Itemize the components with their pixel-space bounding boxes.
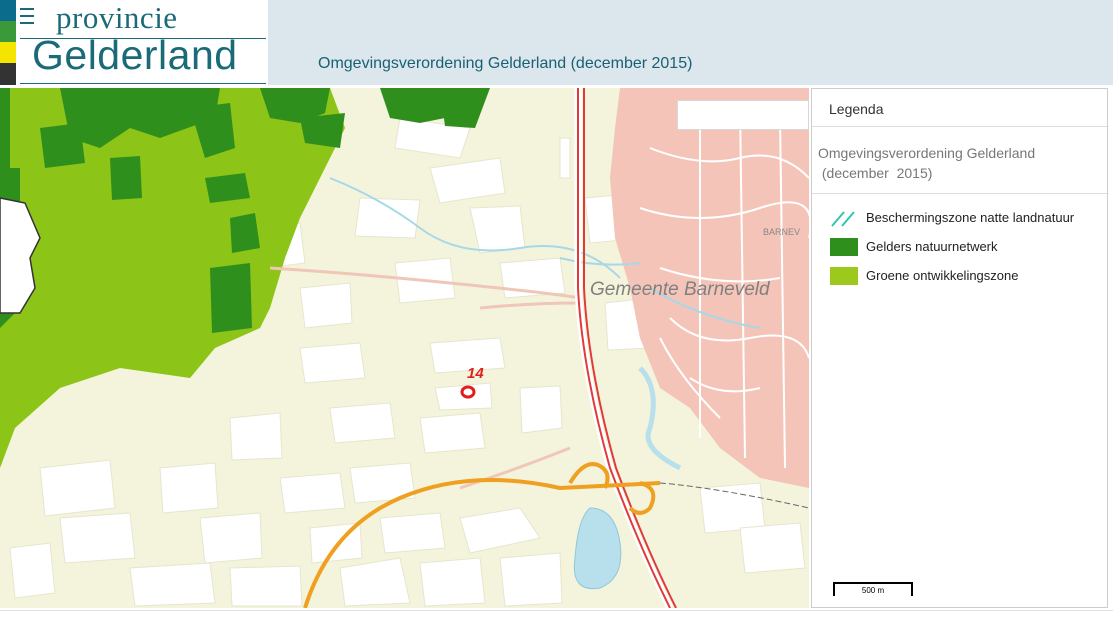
- footer-divider: [0, 610, 1113, 611]
- header: provincie Gelderland Omgevingsverordenin…: [0, 0, 1113, 85]
- map-canvas[interactable]: Gemeente Barneveld BARNEV 14: [0, 88, 809, 608]
- menu-icon: [20, 8, 36, 28]
- legend-item-label: Gelders natuurnetwerk: [866, 239, 998, 254]
- dark-green-swatch-icon: [830, 238, 858, 256]
- legend-subtitle-line1: Omgevingsverordening Gelderland: [818, 145, 1036, 161]
- map-viewport[interactable]: Gemeente Barneveld BARNEV 14: [0, 88, 809, 608]
- logo-stripe-green: [0, 21, 16, 42]
- place-label-town: BARNEV: [763, 227, 800, 237]
- logo-stripe-dark: [0, 63, 16, 85]
- hatched-lines-icon: [831, 211, 855, 227]
- scale-label: 500 m: [861, 586, 885, 595]
- light-green-swatch-icon: [830, 267, 858, 285]
- logo-stripe-blue: [0, 0, 16, 21]
- legend-subtitle: Omgevingsverordening Gelderland (decembe…: [818, 143, 1078, 183]
- scale-bar: 500 m: [833, 582, 913, 596]
- app-title: Omgevingsverordening Gelderland (decembe…: [318, 55, 693, 72]
- brand-name-line1: provincie: [56, 0, 178, 35]
- legend-divider: [812, 126, 1107, 127]
- brand-name-line2: Gelderland: [32, 32, 238, 78]
- legend-title: Legenda: [829, 101, 884, 117]
- legend-divider: [812, 193, 1107, 194]
- logo-stripe-yellow: [0, 42, 16, 63]
- province-logo[interactable]: provincie Gelderland: [0, 0, 268, 85]
- legend-panel: Legenda Omgevingsverordening Gelderland …: [811, 88, 1108, 608]
- map-search-box[interactable]: [677, 100, 809, 130]
- legend-item-label: Groene ontwikkelingszone: [866, 268, 1019, 283]
- place-label-barneveld: Gemeente Barneveld: [590, 279, 771, 300]
- legend-subtitle-line2: (december 2015): [818, 165, 933, 181]
- legend-item-label: Beschermingszone natte landnatuur: [866, 210, 1075, 225]
- brand-underline: [20, 83, 266, 84]
- marker-label: 14: [467, 365, 484, 382]
